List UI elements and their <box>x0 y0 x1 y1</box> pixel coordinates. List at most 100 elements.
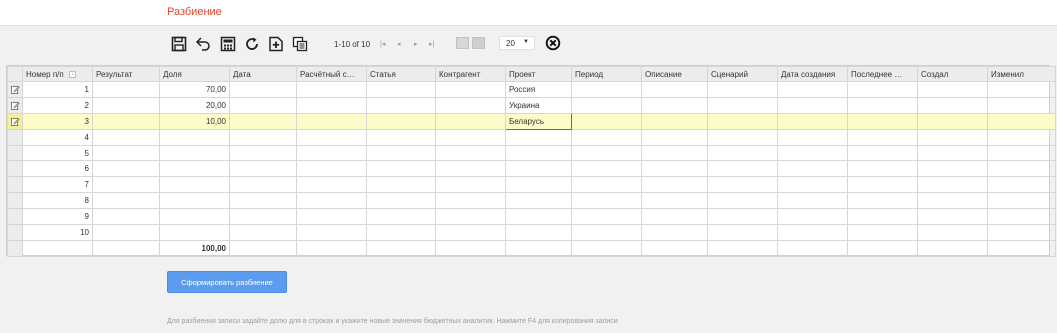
grid-cell[interactable] <box>777 128 848 146</box>
grid-cell[interactable] <box>777 81 848 98</box>
share-cell[interactable] <box>159 128 230 146</box>
page-button-b[interactable] <box>472 37 485 49</box>
save-icon[interactable] <box>170 35 188 53</box>
row-indicator[interactable] <box>7 81 23 98</box>
grid-cell[interactable] <box>92 144 160 162</box>
row-number-cell[interactable]: 9 <box>22 208 93 226</box>
row-indicator[interactable] <box>7 144 23 162</box>
grid-cell[interactable] <box>707 208 778 226</box>
row-number-cell[interactable]: 7 <box>22 176 93 194</box>
split-button[interactable]: Сформировать разбиение <box>167 271 287 293</box>
grid-cell[interactable] <box>777 144 848 162</box>
share-cell[interactable] <box>159 224 230 241</box>
grid-cell[interactable] <box>571 144 642 162</box>
project-cell[interactable] <box>505 144 572 162</box>
grid-cell[interactable] <box>435 128 506 146</box>
grid-cell[interactable] <box>229 192 297 210</box>
grid-cell[interactable] <box>435 208 506 226</box>
grid-cell[interactable] <box>366 112 436 130</box>
grid-cell[interactable] <box>92 192 160 210</box>
column-header[interactable]: Проект <box>505 66 572 82</box>
grid-cell[interactable] <box>917 160 988 178</box>
grid-cell[interactable] <box>987 128 1056 146</box>
grid-cell[interactable] <box>917 144 988 162</box>
column-header[interactable]: Дата создания <box>777 66 848 82</box>
row-number-cell[interactable]: 3 <box>22 112 93 130</box>
row-number-cell[interactable]: 1 <box>22 81 93 98</box>
project-cell[interactable]: Украина <box>505 96 572 114</box>
column-header[interactable]: Дата <box>229 66 297 82</box>
grid-cell[interactable] <box>847 81 918 98</box>
grid-cell[interactable] <box>917 81 988 98</box>
grid-cell[interactable] <box>229 128 297 146</box>
grid-cell[interactable] <box>641 224 708 241</box>
column-header[interactable]: Создал <box>917 66 988 82</box>
grid-cell[interactable] <box>366 96 436 114</box>
grid-cell[interactable] <box>92 160 160 178</box>
grid-cell[interactable] <box>987 112 1056 130</box>
grid-cell[interactable] <box>917 192 988 210</box>
refresh-icon[interactable] <box>243 35 261 53</box>
table-row[interactable]: 5 <box>7 144 1056 162</box>
grid-cell[interactable] <box>707 192 778 210</box>
grid-cell[interactable] <box>641 128 708 146</box>
grid-cell[interactable] <box>366 128 436 146</box>
grid-cell[interactable] <box>777 224 848 241</box>
grid-cell[interactable] <box>847 96 918 114</box>
table-row[interactable]: 9 <box>7 208 1056 226</box>
grid-cell[interactable] <box>847 176 918 194</box>
grid-cell[interactable] <box>987 176 1056 194</box>
row-number-cell[interactable]: 5 <box>22 144 93 162</box>
grid-cell[interactable] <box>641 160 708 178</box>
grid-cell[interactable] <box>435 96 506 114</box>
edit-icon[interactable] <box>10 85 20 95</box>
grid-cell[interactable] <box>92 176 160 194</box>
grid-cell[interactable] <box>229 224 297 241</box>
grid-cell[interactable] <box>571 176 642 194</box>
grid-cell[interactable] <box>92 128 160 146</box>
grid-cell[interactable] <box>641 192 708 210</box>
page-button-a[interactable] <box>456 37 469 49</box>
grid-cell[interactable] <box>435 224 506 241</box>
grid-cell[interactable] <box>987 96 1056 114</box>
grid-cell[interactable] <box>296 96 367 114</box>
column-header[interactable]: Доля <box>159 66 230 82</box>
grid-cell[interactable] <box>571 192 642 210</box>
copy-icon[interactable] <box>291 35 309 53</box>
table-row[interactable]: 6 <box>7 160 1056 178</box>
row-indicator[interactable] <box>7 208 23 226</box>
row-number-cell[interactable]: 8 <box>22 192 93 210</box>
grid-cell[interactable] <box>296 144 367 162</box>
grid-cell[interactable] <box>641 81 708 98</box>
grid-cell[interactable] <box>917 176 988 194</box>
row-indicator[interactable] <box>7 112 23 130</box>
grid-cell[interactable] <box>229 160 297 178</box>
grid-cell[interactable] <box>777 208 848 226</box>
grid-cell[interactable] <box>707 160 778 178</box>
row-indicator[interactable] <box>7 128 23 146</box>
share-cell[interactable] <box>159 208 230 226</box>
column-header[interactable]: Расчётный с… <box>296 66 367 82</box>
grid-cell[interactable] <box>571 96 642 114</box>
row-indicator[interactable] <box>7 224 23 241</box>
row-indicator[interactable] <box>7 192 23 210</box>
grid-cell[interactable] <box>847 160 918 178</box>
add-row-icon[interactable] <box>267 35 285 53</box>
grid-cell[interactable] <box>847 144 918 162</box>
grid-cell[interactable] <box>296 176 367 194</box>
table-row[interactable]: 7 <box>7 176 1056 194</box>
grid-cell[interactable] <box>847 208 918 226</box>
grid-cell[interactable] <box>707 81 778 98</box>
grid-cell[interactable] <box>777 176 848 194</box>
grid-cell[interactable] <box>987 208 1056 226</box>
grid-cell[interactable] <box>229 96 297 114</box>
grid-cell[interactable] <box>366 192 436 210</box>
grid-cell[interactable] <box>917 208 988 226</box>
project-cell[interactable]: Россия <box>505 81 572 98</box>
grid-cell[interactable] <box>571 81 642 98</box>
share-cell[interactable]: 20,00 <box>159 96 230 114</box>
sort-icon[interactable]: ↓ <box>68 70 76 78</box>
row-number-cell[interactable]: 10 <box>22 224 93 241</box>
column-header[interactable]: Последнее … <box>847 66 918 82</box>
grid-cell[interactable] <box>296 112 367 130</box>
